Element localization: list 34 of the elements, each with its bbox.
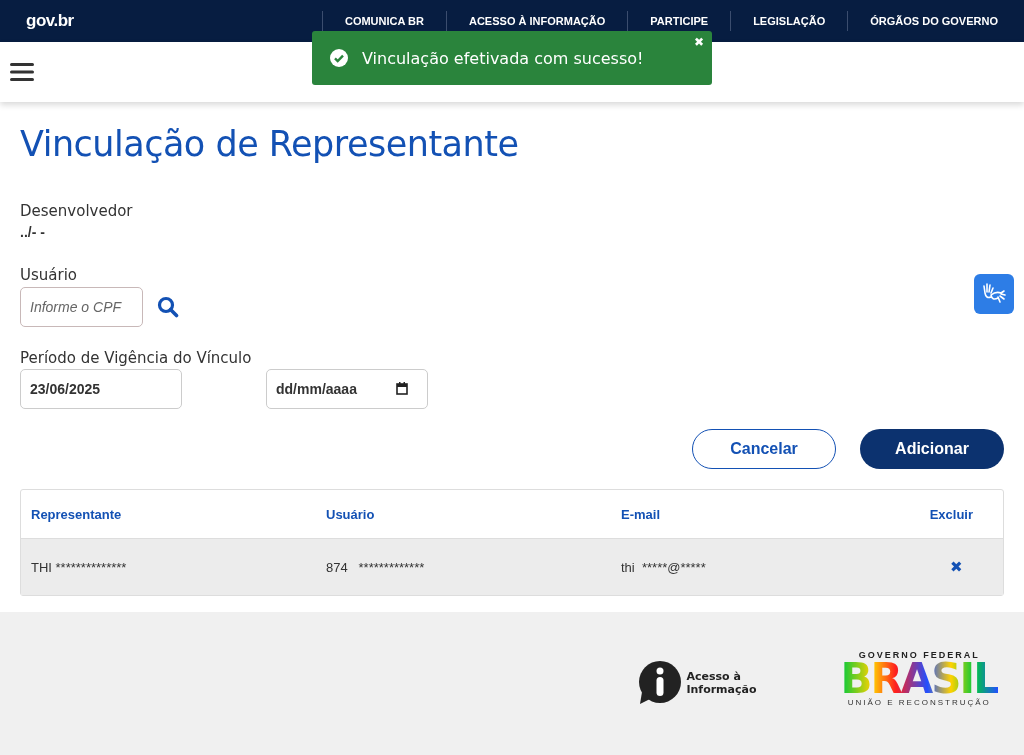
site-logo[interactable]: gov.br	[26, 11, 74, 31]
cancel-button[interactable]: Cancelar	[692, 429, 836, 469]
search-icon[interactable]	[157, 296, 179, 318]
close-button[interactable]: ✖	[694, 35, 704, 49]
column-header: Representante	[31, 506, 123, 522]
logo-caption: UNIÃO E RECONSTRUÇÃO	[847, 698, 991, 707]
calendar-icon[interactable]	[396, 382, 408, 395]
menu-icon[interactable]	[10, 63, 34, 81]
table-cell: thi *****@*****	[621, 559, 706, 575]
start-date-input[interactable]: 23/06/2025	[20, 369, 182, 409]
check-circle-icon	[330, 49, 348, 67]
column-header: Excluir	[928, 506, 974, 522]
nav-link[interactable]: ÓRGÃOS DO GOVERNO	[847, 11, 998, 31]
hands-icon	[982, 283, 1006, 305]
table-cell: 874 *************	[326, 559, 425, 575]
cpf-input[interactable]: Informe o CPF	[20, 287, 143, 327]
column-header: Usuário	[326, 506, 376, 522]
table-cell: THI **************	[31, 559, 127, 575]
field-label: Desenvolvedor	[20, 202, 134, 220]
info-bubble-icon[interactable]	[638, 660, 683, 706]
developer-value: ../- -	[20, 224, 46, 240]
field-label: Período de Vigência do Vínculo	[20, 349, 253, 367]
info-label[interactable]: Informação	[686, 683, 757, 696]
toast-message: Vinculação efetivada com sucesso!	[362, 48, 644, 68]
end-date-input[interactable]: dd/mm/aaaa	[266, 369, 428, 409]
add-button[interactable]: Adicionar	[860, 429, 1004, 469]
page-title: Vinculação de Representante	[20, 123, 520, 164]
sign-language-button[interactable]	[974, 274, 1014, 314]
info-label[interactable]: Acesso à	[686, 670, 757, 683]
field-label: Usuário	[20, 266, 78, 284]
column-header: E-mail	[621, 506, 661, 522]
nav-link[interactable]: LEGISLAÇÃO	[730, 11, 848, 31]
logo-caption: GOVERNO FEDERAL	[858, 650, 980, 660]
delete-button[interactable]: ✖	[950, 558, 963, 575]
